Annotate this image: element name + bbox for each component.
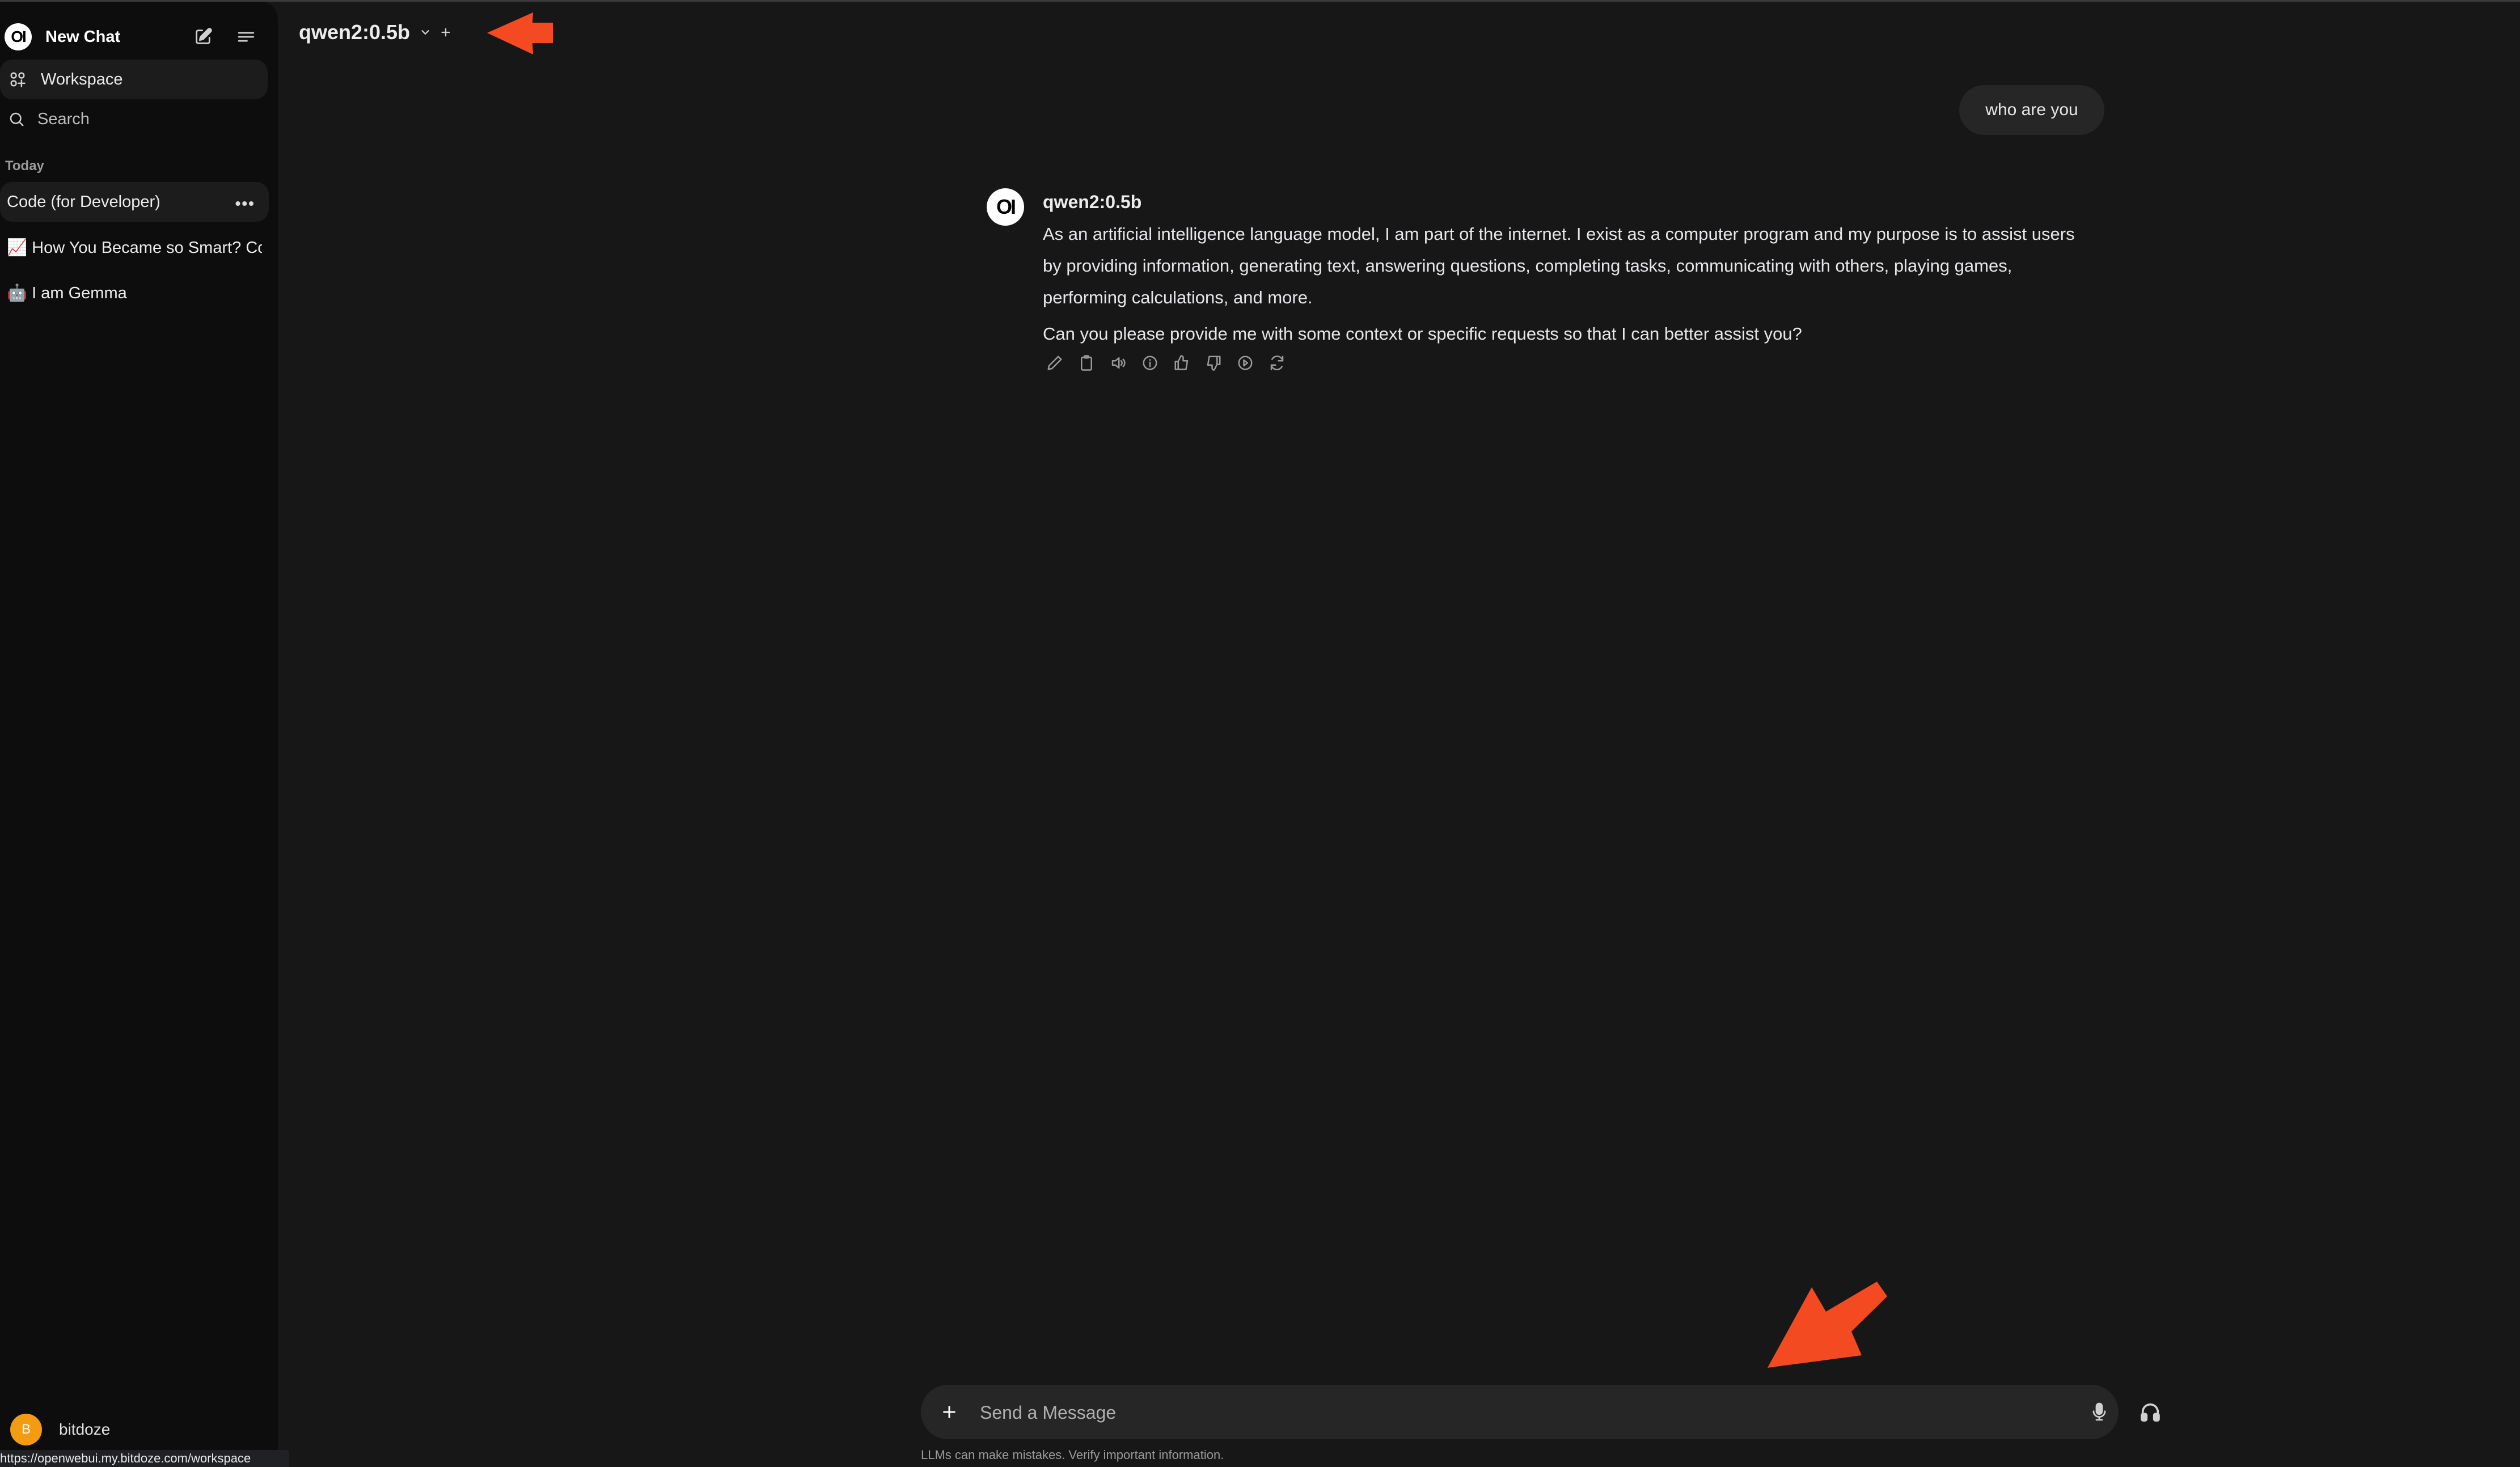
pencil-icon [1047,356,1062,370]
disclaimer-text: LLMs can make mistakes. Verify important… [921,1448,1224,1462]
chat-title: 📈 How You Became so Smart? Co [7,239,262,257]
model-name: qwen2:0.5b [299,20,411,44]
good-response-button[interactable] [1170,352,1193,374]
bad-response-button[interactable] [1202,352,1225,374]
chat-list-item[interactable]: 🤖 I am Gemma [0,273,269,313]
menu-lines-icon [238,32,255,42]
assistant-message: As an artificial intelligence language m… [1043,218,2086,354]
search-icon [10,112,24,126]
pencil-square-icon [196,28,212,44]
assistant-avatar: OI [987,188,1024,226]
message-input[interactable] [979,1385,2002,1440]
chat-list-item[interactable]: Code (for Developer) ••• [0,182,269,222]
more-options-icon[interactable]: ••• [235,195,255,213]
regenerate-button[interactable] [1266,352,1288,374]
chat-list-item[interactable]: 📈 How You Became so Smart? Co [0,228,269,268]
thumbs-up-icon [1174,355,1189,370]
attach-button[interactable] [938,1401,961,1423]
new-chat-link[interactable]: New Chat [45,28,120,46]
voice-input-button[interactable] [2088,1401,2111,1423]
plus-icon [943,1406,955,1418]
clipboard-icon [1081,355,1092,371]
read-aloud-button[interactable] [1107,352,1130,374]
sidebar-item-label: Search [37,109,90,128]
status-bar-url: https://openwebui.my.bitdoze.com/workspa… [0,1450,289,1467]
sidebar-item-search[interactable]: Search [0,99,268,139]
app-logo[interactable]: OI [5,23,32,50]
chevron-down-icon[interactable] [419,26,432,39]
sidebar-header: OI New Chat [0,19,278,54]
sidebar-item-label: Workspace [41,70,123,88]
annotation-arrow-left [487,12,553,54]
info-icon [1143,356,1157,370]
continue-button[interactable] [1234,352,1257,374]
add-model-icon[interactable] [439,26,452,39]
info-button[interactable] [1139,352,1161,374]
workspace-icon [10,72,26,87]
thumbs-down-icon [1207,356,1221,371]
headphones-icon [2141,1403,2160,1422]
user-menu[interactable]: B bitdoze [10,1414,110,1445]
call-mode-button[interactable] [2137,1398,2164,1426]
user-message-bubble: who are you [1959,85,2104,135]
speaker-icon [1111,357,1126,369]
copy-button[interactable] [1075,352,1098,374]
chat-title: 🤖 I am Gemma [7,284,127,302]
window-top-border [0,0,2520,2]
refresh-icon [1270,356,1284,370]
play-circle-icon [1238,356,1253,370]
message-paragraph: As an artificial intelligence language m… [1043,224,2075,307]
sidebar: OI New Chat Workspace Search Today Code … [0,2,278,1463]
username: bitdoze [59,1421,111,1438]
assistant-name: qwen2:0.5b [1043,192,1142,212]
section-label-today: Today [5,158,44,174]
model-selector[interactable]: qwen2:0.5b [299,20,452,44]
annotation-arrow-down-left [1768,1282,1887,1368]
message-paragraph: Can you please provide me with some cont… [1043,324,1802,344]
message-actions [1043,352,1288,374]
microphone-icon [2092,1402,2106,1421]
avatar: B [10,1414,42,1445]
toggle-sidebar-button[interactable] [235,26,257,48]
message-composer [921,1385,2119,1440]
edit-button[interactable] [1043,352,1066,374]
chat-title: Code (for Developer) [7,192,160,211]
sidebar-item-workspace[interactable]: Workspace [0,60,268,99]
new-chat-button[interactable] [192,26,214,48]
